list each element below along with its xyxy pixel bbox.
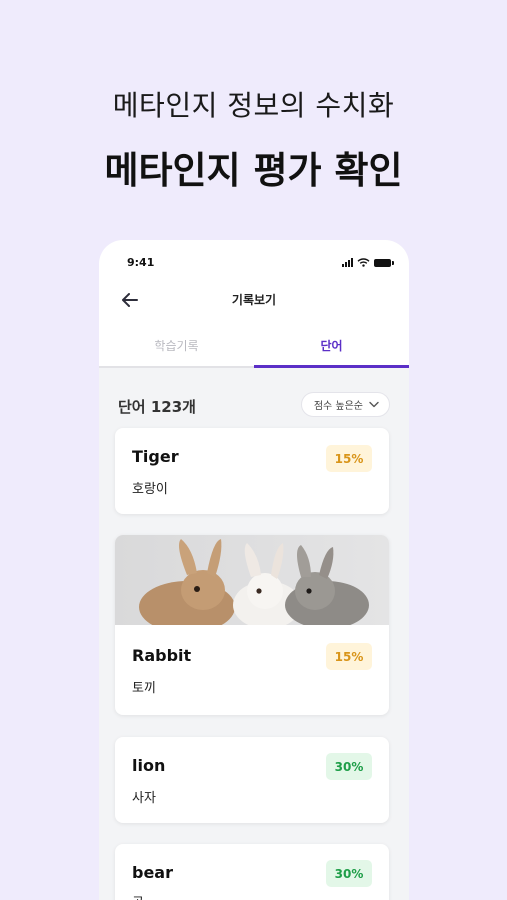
score-badge: 15% <box>326 445 372 472</box>
word-card-tiger[interactable]: Tiger 호랑이 15% <box>115 428 389 514</box>
score-badge: 30% <box>326 753 372 780</box>
nav-bar: 기록보기 <box>99 287 409 313</box>
list-header: 단어 123개 점수 높은순 <box>99 392 409 418</box>
battery-icon <box>374 259 394 267</box>
rabbit-photo <box>115 535 389 625</box>
word-meaning: 토끼 <box>132 681 156 696</box>
word-card-rabbit[interactable]: Rabbit 토끼 15% <box>115 535 389 715</box>
chevron-down-icon <box>369 401 379 408</box>
score-badge: 30% <box>326 860 372 887</box>
tab-study-history[interactable]: 학습기록 <box>99 332 254 368</box>
tab-words[interactable]: 단어 <box>254 332 409 368</box>
signal-icon <box>342 258 353 267</box>
status-time: 9:41 <box>127 256 155 269</box>
phone-screen: 9:41 기록보기 학습기록 단어 단어 123개 점수 높은순 Tiger 호… <box>99 240 409 900</box>
word-text: Tiger <box>132 447 179 466</box>
word-meaning: 호랑이 <box>132 482 168 497</box>
word-count: 단어 123개 <box>118 398 196 416</box>
word-card-lion[interactable]: lion 사자 30% <box>115 737 389 823</box>
word-meaning: 사자 <box>132 791 156 806</box>
word-text: Rabbit <box>132 646 192 665</box>
page-title: 기록보기 <box>231 293 277 307</box>
word-text: lion <box>132 756 166 775</box>
status-icons <box>342 258 394 267</box>
app-header: 9:41 기록보기 학습기록 단어 <box>99 240 409 368</box>
promo-subtitle: 메타인지 정보의 수치화 <box>112 89 395 122</box>
status-bar: 9:41 <box>99 253 409 273</box>
score-badge: 15% <box>326 643 372 670</box>
word-card-bear[interactable]: bear 곰 30% <box>115 844 389 900</box>
promo-title: 메타인지 평가 확인 <box>104 149 403 192</box>
tab-bar: 학습기록 단어 <box>99 332 409 368</box>
wifi-icon <box>357 258 370 267</box>
word-meaning: 곰 <box>132 892 144 900</box>
word-text: bear <box>132 863 173 882</box>
sort-label: 점수 높은순 <box>313 401 363 412</box>
sort-dropdown[interactable]: 점수 높은순 <box>300 392 390 417</box>
